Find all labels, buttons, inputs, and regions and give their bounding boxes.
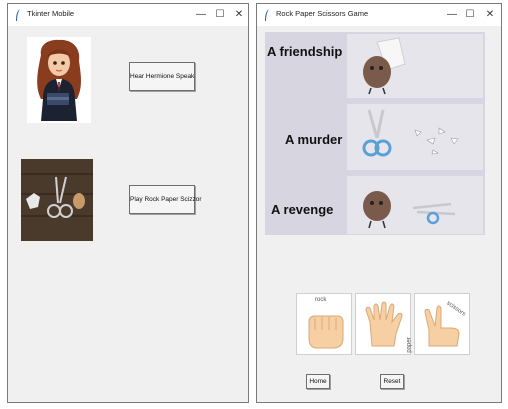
maximize-icon[interactable]: ☐ bbox=[211, 7, 229, 23]
reset-button[interactable]: Reset bbox=[380, 374, 404, 389]
minimize-icon[interactable]: — bbox=[192, 7, 210, 23]
close-icon[interactable]: ✕ bbox=[481, 7, 499, 23]
play-rock-paper-scizzor-button[interactable]: Play Rock Paper Scizzor bbox=[129, 185, 202, 214]
window-title: Rock Paper Scissors Game bbox=[276, 9, 369, 18]
story-mural: A friendship A murder A revenge bbox=[265, 32, 485, 235]
rock-label: rock bbox=[315, 297, 327, 303]
rock-paper-scissors-window: Rock Paper Scissors Game — ☐ ✕ A friends… bbox=[256, 3, 502, 403]
close-icon[interactable]: ✕ bbox=[230, 7, 248, 23]
revenge-scene bbox=[347, 176, 483, 234]
hermione-portrait bbox=[27, 37, 91, 123]
maximize-icon[interactable]: ☐ bbox=[461, 7, 479, 23]
titlebar[interactable]: Rock Paper Scissors Game — ☐ ✕ bbox=[257, 4, 501, 26]
mural-label-murder: A murder bbox=[285, 132, 343, 147]
mural-label-friendship: A friendship bbox=[267, 44, 343, 59]
scissors-choice-button[interactable]: scissors bbox=[414, 293, 470, 355]
paper-choice-button[interactable]: paper bbox=[355, 293, 413, 355]
paper-label: paper bbox=[406, 337, 413, 353]
tkinter-mobile-window: Tkinter Mobile — ☐ ✕ Hear Hermione Speak… bbox=[7, 3, 249, 403]
rock-hand-icon bbox=[308, 315, 344, 349]
window-title: Tkinter Mobile bbox=[27, 9, 75, 18]
minimize-icon[interactable]: — bbox=[443, 7, 461, 23]
home-button[interactable]: Home bbox=[306, 374, 330, 389]
feather-icon bbox=[16, 9, 20, 21]
rock-paper-scissors-photo bbox=[21, 159, 93, 241]
paper-hand-icon bbox=[365, 301, 403, 347]
titlebar[interactable]: Tkinter Mobile — ☐ ✕ bbox=[8, 4, 248, 26]
feather-icon bbox=[265, 9, 269, 21]
scissors-hand-icon bbox=[424, 305, 460, 347]
friendship-scene bbox=[347, 34, 483, 98]
hear-hermione-speak-button[interactable]: Hear Hermione Speak bbox=[129, 62, 195, 91]
murder-scene bbox=[347, 104, 483, 170]
rock-choice-button[interactable]: rock bbox=[296, 293, 352, 355]
mural-label-revenge: A revenge bbox=[271, 202, 334, 217]
